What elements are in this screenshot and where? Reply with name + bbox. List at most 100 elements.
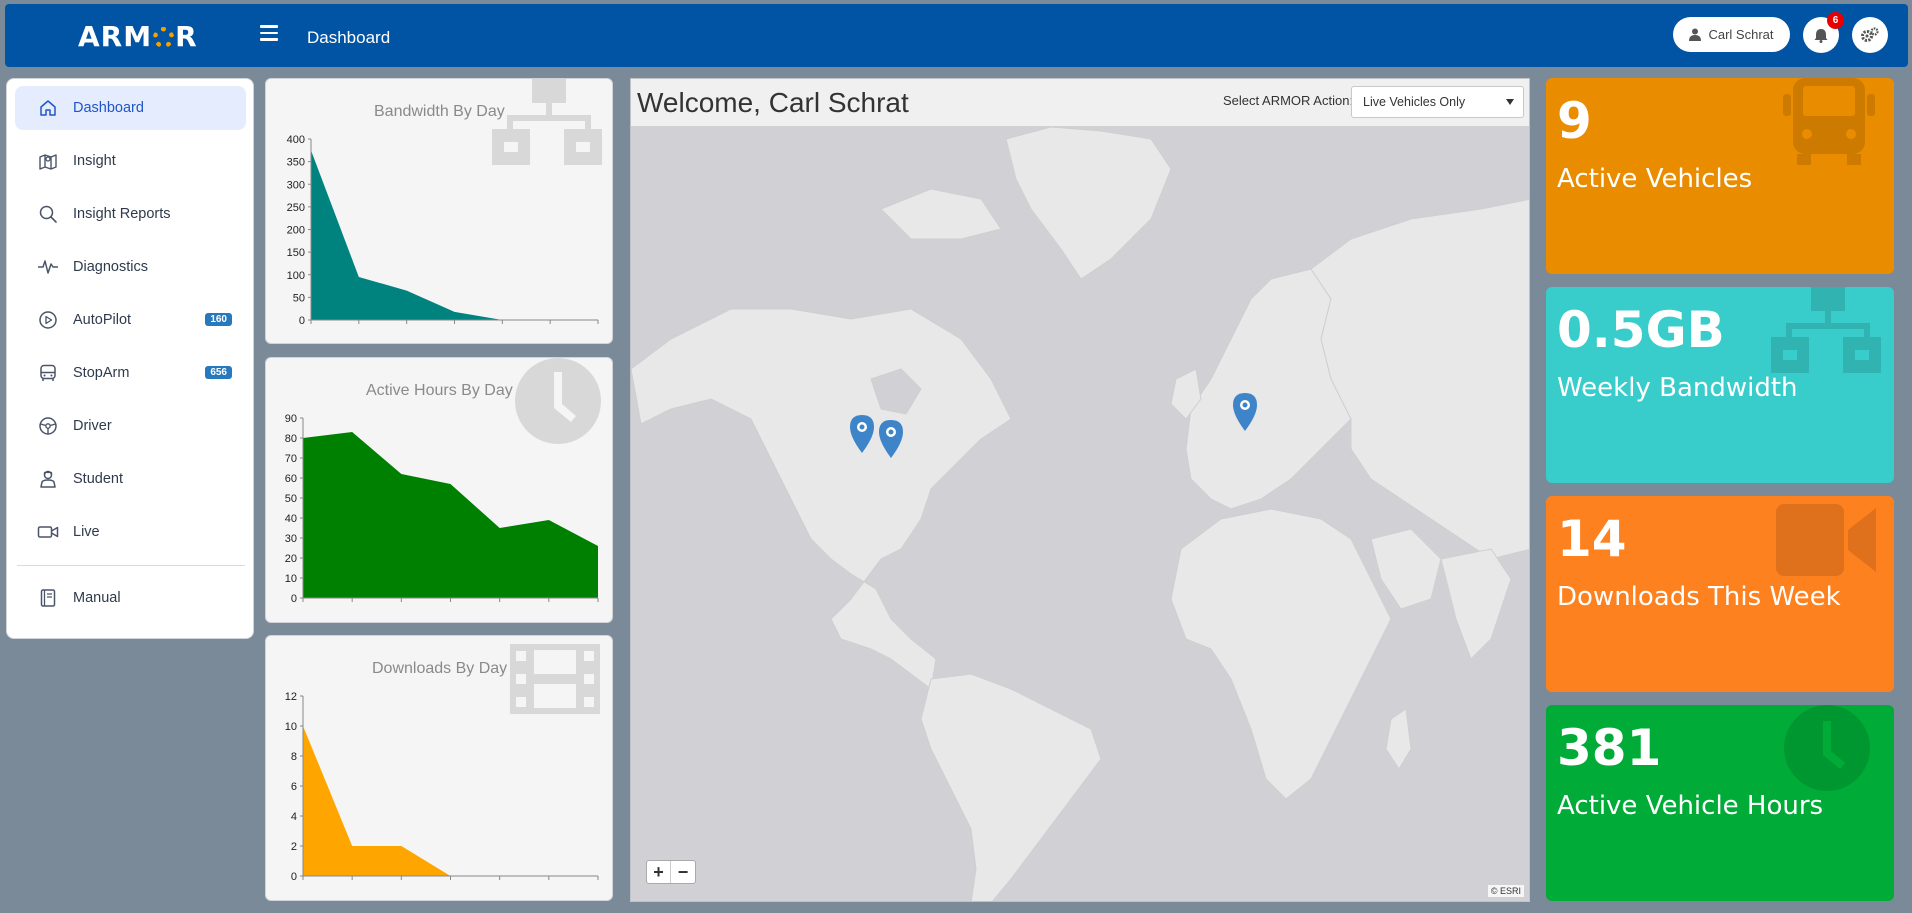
y-tick-label: 20	[285, 553, 297, 565]
y-tick-label: 300	[287, 179, 305, 191]
active-hours-area-chart: 0 10 20 30 40 50 60 70 80 90	[285, 413, 599, 605]
video-icon	[37, 521, 59, 543]
vehicle-location-pin[interactable]	[850, 415, 874, 453]
downloads-chart-card: Downloads By Day 0 2 4 6 8 10 12	[265, 635, 613, 901]
y-tick-label: 0	[291, 871, 297, 883]
y-tick-label: 150	[287, 247, 305, 259]
notification-count-badge: 6	[1827, 12, 1844, 29]
y-tick-label: 8	[291, 751, 297, 763]
area-series	[303, 726, 598, 876]
y-tick-label: 10	[285, 721, 297, 733]
map-icon	[37, 150, 59, 172]
armor-logo[interactable]: ARM R	[78, 20, 198, 53]
downloads-week-value: 14	[1557, 510, 1627, 568]
world-map[interactable]	[631, 79, 1530, 902]
y-tick-label: 200	[287, 225, 305, 237]
y-tick-label: 50	[293, 292, 305, 304]
vehicle-location-pin[interactable]	[1233, 393, 1257, 431]
zoom-in-button[interactable]: +	[647, 861, 672, 883]
y-tick-label: 0	[299, 315, 305, 327]
settings-button[interactable]	[1852, 17, 1888, 53]
y-tick-label: 50	[285, 493, 297, 505]
active-vehicle-hours-label: Active Vehicle Hours	[1557, 791, 1824, 821]
active-hours-chart-card: Active Hours By Day 0 10 20 30 40 50 60 70 80 90	[265, 357, 613, 623]
y-tick-label: 6	[291, 781, 297, 793]
weekly-bandwidth-label: Weekly Bandwidth	[1557, 373, 1798, 403]
sidebar-item-autopilot[interactable]: AutoPilot 160	[15, 298, 246, 342]
network-icon	[1771, 287, 1881, 373]
active-vehicle-hours-value: 381	[1557, 719, 1662, 777]
y-tick-label: 70	[285, 453, 297, 465]
active-vehicle-hours-card[interactable]: 381 Active Vehicle Hours	[1546, 705, 1894, 901]
active-vehicles-card[interactable]: 9 Active Vehicles	[1546, 78, 1894, 274]
user-menu-button[interactable]: Carl Schrat	[1673, 17, 1790, 52]
book-icon	[37, 587, 59, 609]
user-name: Carl Schrat	[1708, 27, 1774, 42]
autopilot-count-badge: 160	[205, 313, 232, 326]
page-title: Dashboard	[307, 28, 391, 47]
clock-icon	[1784, 705, 1870, 791]
bandwidth-area-chart: 0 50 100 150 200 250 300 350 400	[287, 134, 599, 327]
menu-toggle-icon[interactable]	[260, 25, 278, 43]
vehicle-map[interactable]: Welcome, Carl Schrat Select ARMOR Action…	[630, 78, 1530, 902]
sidebar-item-dashboard[interactable]: Dashboard	[15, 86, 246, 130]
y-tick-label: 2	[291, 841, 297, 853]
bus-icon	[37, 362, 59, 384]
map-zoom-control: + −	[646, 860, 696, 884]
y-tick-label: 40	[285, 513, 297, 525]
bandwidth-chart-card: Bandwidth By Day 0 50 100 150 200 250 300 350 40…	[265, 78, 613, 344]
sidebar-item-driver[interactable]: Driver	[15, 404, 246, 448]
chevron-down-icon	[1506, 99, 1514, 105]
sidebar-item-manual[interactable]: Manual	[15, 576, 246, 620]
y-tick-label: 0	[291, 593, 297, 605]
gears-icon	[1861, 27, 1879, 42]
search-icon	[37, 203, 59, 225]
y-tick-label: 30	[285, 533, 297, 545]
top-bar: ARM R Dashboard	[5, 4, 1908, 67]
active-vehicles-label: Active Vehicles	[1557, 164, 1753, 194]
pulse-icon	[37, 256, 59, 278]
y-tick-label: 90	[285, 413, 297, 425]
sidebar-divider	[17, 565, 245, 566]
sidebar-item-insight-reports[interactable]: Insight Reports	[15, 192, 246, 236]
y-tick-label: 80	[285, 433, 297, 445]
y-tick-label: 4	[291, 811, 297, 823]
sidebar-item-diagnostics[interactable]: Diagnostics	[15, 245, 246, 289]
logo-gear-icon	[153, 27, 175, 48]
user-icon	[1689, 28, 1702, 41]
active-vehicles-value: 9	[1557, 92, 1592, 150]
video-camera-icon	[1776, 504, 1876, 576]
weekly-bandwidth-card[interactable]: 0.5GB Weekly Bandwidth	[1546, 287, 1894, 483]
y-tick-label: 60	[285, 473, 297, 485]
y-tick-label: 10	[285, 573, 297, 585]
area-series	[311, 150, 598, 320]
downloads-week-card[interactable]: 14 Downloads This Week	[1546, 496, 1894, 692]
welcome-message: Welcome, Carl Schrat	[637, 87, 909, 118]
armor-action-select[interactable]: Live Vehicles Only	[1351, 86, 1524, 118]
home-icon	[37, 97, 59, 119]
downloads-week-label: Downloads This Week	[1557, 582, 1841, 612]
sidebar-item-insight[interactable]: Insight	[15, 139, 246, 183]
action-select-label: Select ARMOR Action:	[1223, 93, 1354, 108]
weekly-bandwidth-value: 0.5GB	[1557, 301, 1725, 359]
sidebar: Dashboard Insight Insight Reports Diagno…	[6, 78, 254, 639]
zoom-out-button[interactable]: −	[671, 861, 695, 883]
y-tick-label: 250	[287, 202, 305, 214]
steering-wheel-icon	[37, 415, 59, 437]
student-icon	[37, 468, 59, 490]
stoparm-count-badge: 656	[205, 366, 232, 379]
y-tick-label: 350	[287, 157, 305, 169]
y-tick-label: 12	[285, 691, 297, 703]
bell-icon	[1814, 28, 1828, 43]
y-tick-label: 100	[287, 270, 305, 282]
area-series	[303, 432, 598, 598]
vehicle-location-pin[interactable]	[879, 420, 903, 458]
sidebar-item-student[interactable]: Student	[15, 457, 246, 501]
map-attribution[interactable]: © ESRI	[1487, 885, 1524, 897]
bus-icon	[1783, 78, 1875, 165]
sidebar-item-stoparm[interactable]: StopArm 656	[15, 351, 246, 395]
map-header: Welcome, Carl Schrat Select ARMOR Action…	[631, 79, 1529, 126]
y-tick-label: 400	[287, 134, 305, 146]
downloads-area-chart: 0 2 4 6 8 10 12	[285, 691, 599, 883]
sidebar-item-live[interactable]: Live	[15, 510, 246, 554]
